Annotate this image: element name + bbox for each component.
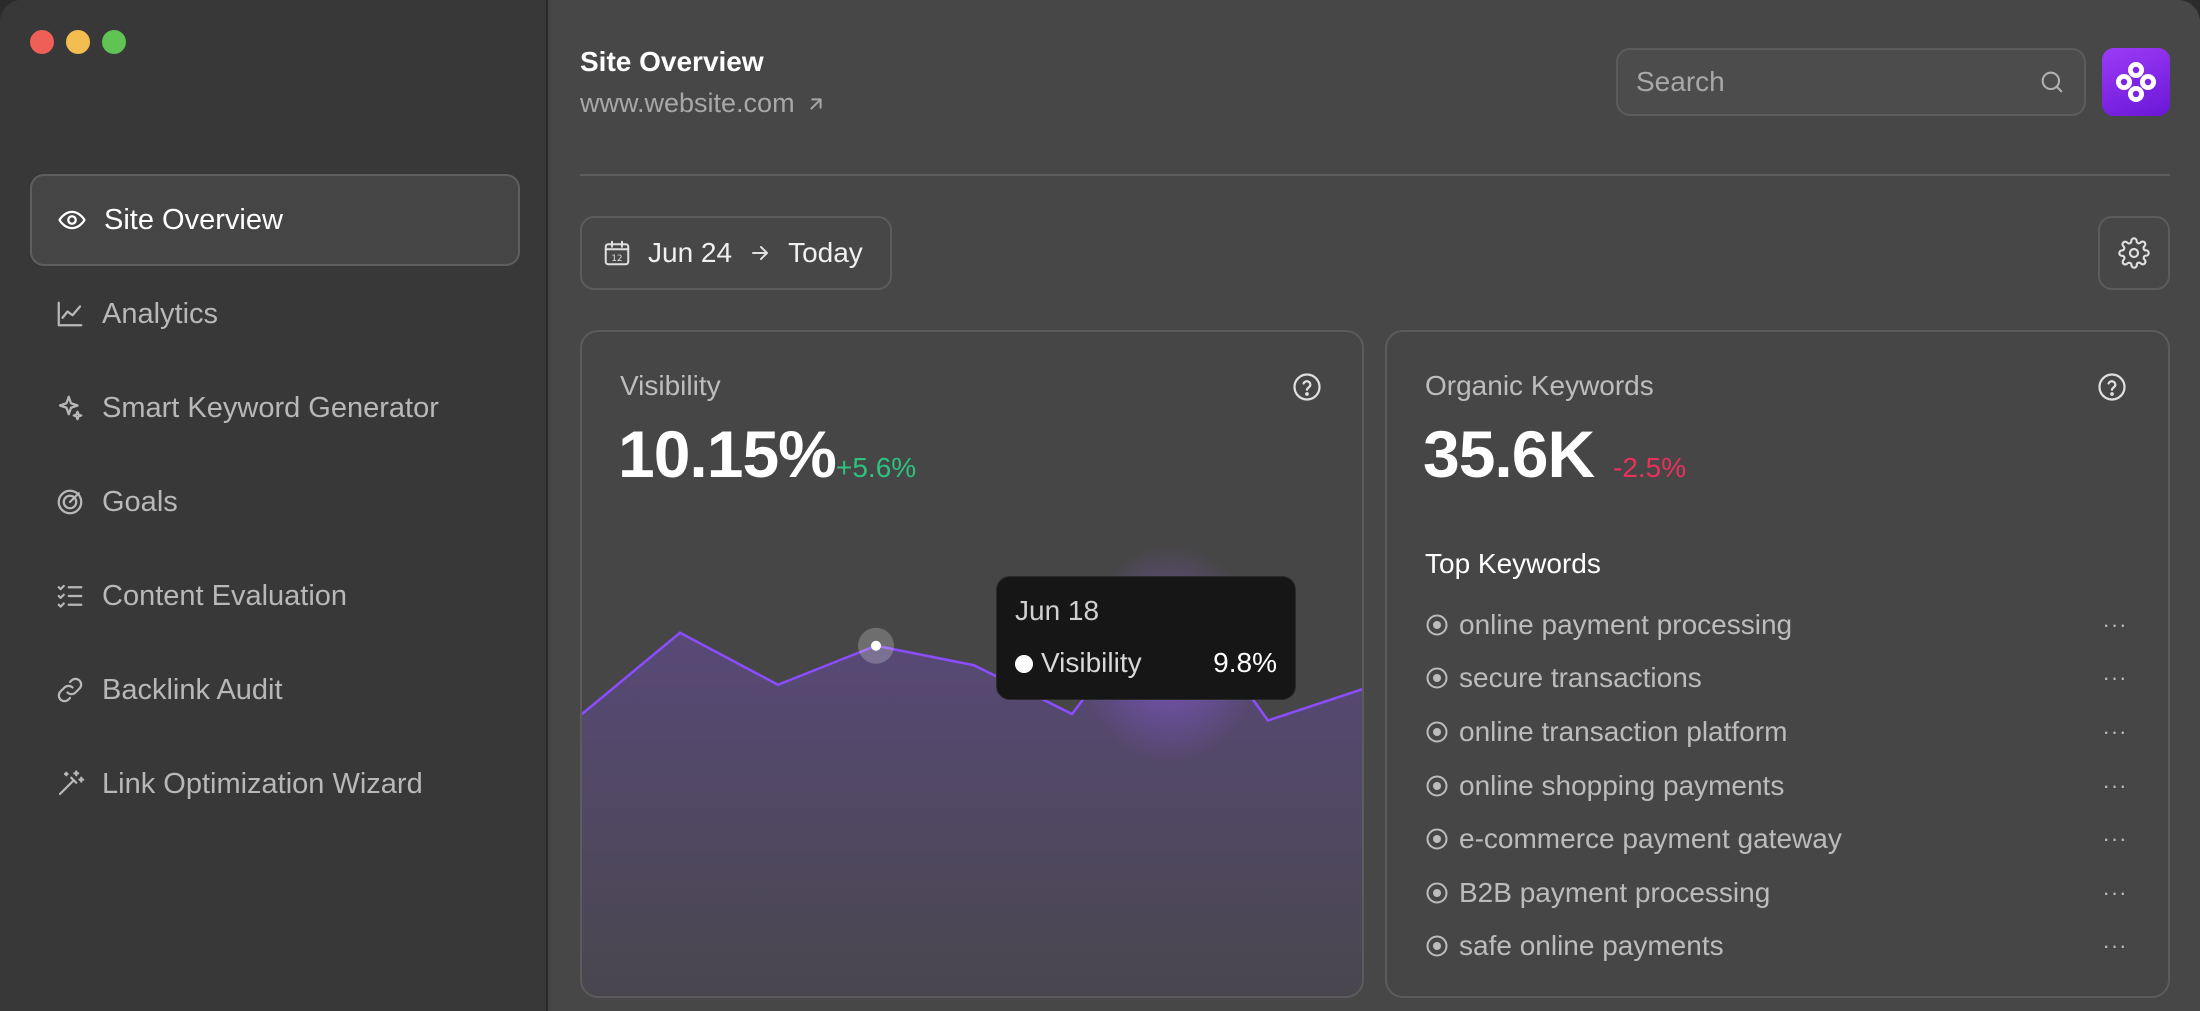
date-range-from: Jun 24 (648, 237, 733, 268)
sidebar-item-link-optimization-wizard[interactable]: Link Optimization Wizard (30, 738, 520, 830)
eye-icon (56, 204, 88, 236)
tooltip-series-dot (1015, 655, 1033, 673)
search-placeholder: Search (1636, 66, 1725, 97)
sparkle-icon (54, 392, 86, 424)
main-content: Site Overview www.website.com Search 12 … (550, 0, 2200, 1011)
site-url-link[interactable]: www.website.com (580, 88, 827, 119)
sidebar-nav: Site Overview Analytics Smart Keyword Ge… (30, 174, 520, 832)
help-icon[interactable] (1292, 372, 1322, 402)
tooltip-value: 9.8% (1213, 647, 1277, 678)
keyword-text: online payment processing (1459, 608, 1793, 640)
organic-keywords-card: Organic Keywords 35.6K -2.5% Top Keyword… (1385, 330, 2170, 998)
sidebar-item-goals[interactable]: Goals (30, 456, 520, 548)
sidebar-item-site-overview[interactable]: Site Overview (30, 174, 520, 266)
radio-target-icon (1426, 614, 1448, 636)
sidebar-item-label: Site Overview (104, 203, 283, 236)
app-logo[interactable] (2102, 48, 2170, 116)
more-options-icon[interactable]: ··· (2095, 773, 2135, 799)
more-options-icon[interactable]: ··· (2095, 826, 2135, 852)
hover-point (871, 640, 881, 651)
sidebar-item-label: Link Optimization Wizard (102, 767, 423, 800)
site-url-text: www.website.com (580, 88, 795, 118)
keyword-text: online shopping payments (1459, 769, 1785, 801)
radio-target-icon (1426, 828, 1448, 850)
tooltip-date: Jun 18 (1015, 595, 1100, 626)
top-keywords-heading: Top Keywords (1425, 548, 1601, 579)
radio-target-icon (1426, 882, 1448, 904)
gear-icon (2118, 237, 2150, 269)
more-options-icon[interactable]: ··· (2095, 665, 2135, 691)
sidebar-item-label: Content Evaluation (102, 579, 348, 612)
external-link-arrow-icon (809, 97, 822, 110)
more-options-icon[interactable]: ··· (2095, 933, 2135, 959)
checklist-icon (54, 580, 86, 612)
keyword-text: secure transactions (1459, 662, 1702, 694)
minimize-window-button[interactable] (66, 30, 90, 54)
keyword-row[interactable]: e-commerce payment gateway ··· (1425, 812, 2135, 866)
sidebar-item-smart-keyword-generator[interactable]: Smart Keyword Generator (30, 362, 520, 454)
sidebar-item-analytics[interactable]: Analytics (30, 268, 520, 360)
zoom-window-button[interactable] (102, 30, 126, 54)
header-divider (580, 174, 2170, 176)
help-icon[interactable] (2097, 372, 2127, 402)
visibility-title: Visibility (620, 370, 721, 401)
link-icon (54, 674, 86, 706)
organic-keywords-title: Organic Keywords (1425, 370, 1654, 401)
visibility-value: 10.15% (618, 417, 837, 491)
radio-target-icon (1426, 721, 1448, 743)
keyword-row[interactable]: B2B payment processing ··· (1425, 866, 2135, 920)
more-options-icon[interactable]: ··· (2095, 612, 2135, 638)
sidebar-item-label: Analytics (102, 297, 219, 330)
sidebar-item-backlink-audit[interactable]: Backlink Audit (30, 644, 520, 736)
sidebar-item-content-evaluation[interactable]: Content Evaluation (30, 550, 520, 642)
page-title: Site Overview (580, 46, 764, 77)
date-range-to: Today (788, 237, 863, 268)
keyword-row[interactable]: online payment processing ··· (1425, 598, 2135, 652)
radio-target-icon (1426, 935, 1448, 957)
svg-text:12: 12 (611, 254, 622, 264)
sidebar-item-label: Backlink Audit (102, 673, 283, 706)
app-window: Site Overview Analytics Smart Keyword Ge… (0, 0, 2200, 1011)
keyword-text: e-commerce payment gateway (1459, 823, 1842, 855)
sidebar: Site Overview Analytics Smart Keyword Ge… (0, 0, 548, 1011)
visibility-card: Visibility 10.15% +5.6% Jun 18 Visibilit… (580, 330, 1364, 998)
settings-button[interactable] (2098, 216, 2170, 290)
close-window-button[interactable] (30, 30, 54, 54)
target-icon (54, 486, 86, 518)
keyword-text: B2B payment processing (1459, 876, 1771, 908)
tooltip-series-label: Visibility (1041, 647, 1142, 678)
search-icon (2041, 71, 2063, 93)
keyword-row[interactable]: online shopping payments ··· (1425, 759, 2135, 813)
logo-icon (2116, 62, 2156, 102)
arrow-right-icon (752, 246, 769, 260)
keyword-text: online transaction platform (1459, 715, 1788, 747)
keyword-row[interactable]: online transaction platform ··· (1425, 705, 2135, 759)
more-options-icon[interactable]: ··· (2095, 719, 2135, 745)
organic-keywords-value: 35.6K (1423, 417, 1595, 491)
radio-target-icon (1426, 667, 1448, 689)
sidebar-item-label: Smart Keyword Generator (102, 391, 439, 424)
search-input[interactable]: Search (1616, 48, 2086, 116)
line-chart-icon (54, 298, 86, 330)
visibility-delta: +5.6% (836, 452, 917, 483)
top-keywords-list: online payment processing ··· secure tra… (1425, 598, 2135, 973)
keyword-row[interactable]: secure transactions ··· (1425, 652, 2135, 706)
chart-tooltip: Jun 18 Visibility 9.8% (996, 576, 1296, 700)
sidebar-item-label: Goals (102, 485, 178, 518)
calendar-icon: 12 (604, 240, 630, 266)
organic-keywords-delta: -2.5% (1613, 452, 1687, 483)
keyword-text: safe online payments (1459, 930, 1724, 962)
date-range-picker[interactable]: 12 Jun 24 Today (580, 216, 892, 290)
keyword-row[interactable]: safe online payments ··· (1425, 920, 2135, 974)
magic-wand-icon (54, 768, 86, 800)
window-controls (30, 30, 126, 54)
radio-target-icon (1426, 775, 1448, 797)
more-options-icon[interactable]: ··· (2095, 880, 2135, 906)
